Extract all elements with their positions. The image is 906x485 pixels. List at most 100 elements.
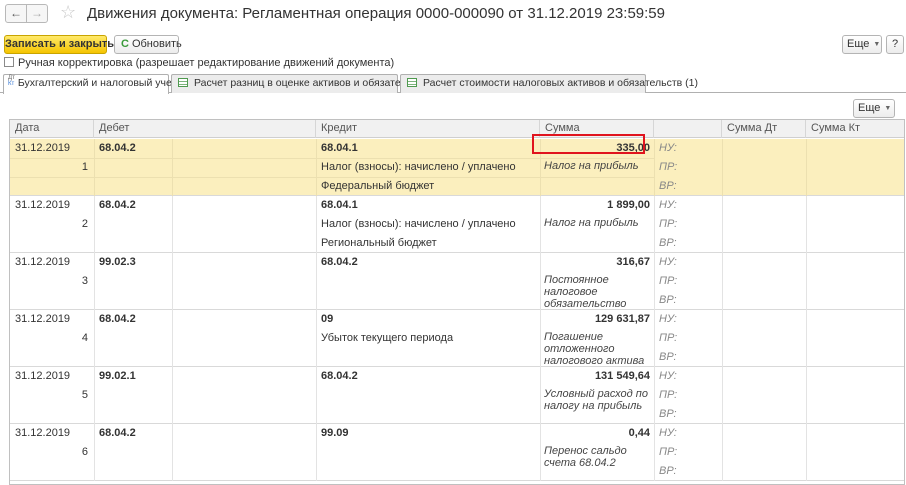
- column-header-date[interactable]: Дата: [10, 120, 94, 138]
- cell-content[interactable]: Налог на прибыль: [544, 217, 652, 229]
- cell-date[interactable]: 31.12.2019: [15, 196, 70, 215]
- register-label-pr: ПР:: [659, 446, 678, 458]
- cell-debit[interactable]: 68.04.2: [99, 139, 136, 158]
- column-header-amount-kt[interactable]: Сумма Кт: [806, 120, 904, 138]
- register-label-nu: НУ:: [659, 313, 677, 325]
- cell-credit-subconto-1[interactable]: Налог (взносы): начислено / уплачено: [321, 215, 516, 234]
- back-arrow-icon[interactable]: ←: [5, 4, 27, 23]
- cell-credit[interactable]: 99.09: [321, 424, 349, 443]
- cell-content[interactable]: Погашение отложенного налогового актива: [544, 331, 652, 367]
- cell-credit[interactable]: 68.04.1: [321, 139, 358, 158]
- entries-table[interactable]: Дата Дебет Кредит Сумма Сумма Дт Сумма К…: [9, 119, 905, 485]
- register-label-pr: ПР:: [659, 332, 678, 344]
- column-divider: [806, 310, 807, 367]
- column-divider: [654, 424, 655, 481]
- tab-tax-assets[interactable]: Расчет стоимости налоговых активов и обя…: [400, 74, 698, 93]
- cell-debit[interactable]: 99.02.1: [99, 367, 136, 386]
- title-bar: ← → ☆ Движения документа: Регламентная о…: [0, 0, 906, 30]
- cell-content[interactable]: Условный расход по налогу на прибыль: [544, 388, 652, 412]
- column-divider: [722, 139, 723, 196]
- column-divider: [172, 310, 173, 367]
- forward-arrow-icon[interactable]: →: [26, 4, 48, 23]
- table-row[interactable]: 31.12.2019 4 68.04.2 09 Убыток текущего пери…: [10, 310, 904, 367]
- cell-amount[interactable]: 1 899,00: [540, 196, 650, 215]
- cell-credit-subconto-1[interactable]: Налог (взносы): начислено / уплачено: [321, 158, 516, 177]
- cell-credit[interactable]: 68.04.2: [321, 367, 358, 386]
- cell-date[interactable]: 31.12.2019: [15, 139, 70, 158]
- cell-date[interactable]: 31.12.2019: [15, 310, 70, 329]
- column-divider: [94, 310, 95, 367]
- register-label-pr: ПР:: [659, 275, 678, 287]
- register-label-pr: ПР:: [659, 389, 678, 401]
- table-row[interactable]: 31.12.2019 3 99.02.3 68.04.2 316,67 Постоянно…: [10, 253, 904, 310]
- manual-edit-checkbox[interactable]: [4, 57, 14, 67]
- cell-amount[interactable]: 0,44: [540, 424, 650, 443]
- save-and-close-button[interactable]: Записать и закрыть: [4, 35, 114, 54]
- column-divider: [172, 253, 173, 310]
- cell-amount[interactable]: 316,67: [540, 253, 650, 272]
- cell-credit[interactable]: 68.04.2: [321, 253, 358, 272]
- cell-content[interactable]: Перенос сальдо счета 68.04.2: [544, 445, 652, 469]
- column-divider: [172, 424, 173, 481]
- refresh-label: Обновить: [131, 38, 182, 50]
- cell-date[interactable]: 31.12.2019: [15, 367, 70, 386]
- register-label-nu: НУ:: [659, 427, 677, 439]
- cell-line-number: 2: [81, 218, 88, 230]
- favorite-star-icon[interactable]: ☆: [60, 1, 76, 23]
- refresh-button[interactable]: C Обновить: [114, 35, 182, 54]
- column-divider: [806, 253, 807, 310]
- tab-asset-differences[interactable]: Расчет разниц в оценке активов и обязате…: [171, 74, 443, 93]
- cell-credit-subconto-2[interactable]: Федеральный бюджет: [321, 177, 434, 196]
- tab-accounting[interactable]: Дт Кт Бухгалтерский и налоговый учет (6): [3, 74, 192, 94]
- register-label-vr: ВР:: [659, 180, 677, 192]
- manual-edit-row[interactable]: Ручная корректировка (разрешает редактир…: [4, 57, 394, 71]
- register-tabs: Дт Кт Бухгалтерский и налоговый учет (6) Р…: [0, 74, 906, 94]
- cell-content[interactable]: Налог на прибыль: [544, 160, 652, 172]
- column-divider: [94, 367, 95, 424]
- cell-date[interactable]: 31.12.2019: [15, 424, 70, 443]
- column-header-amount-dt[interactable]: Сумма Дт: [722, 120, 806, 138]
- cell-credit[interactable]: 68.04.1: [321, 196, 358, 215]
- help-button[interactable]: ?: [886, 35, 904, 54]
- more-label: Еще: [847, 38, 870, 50]
- table-row[interactable]: 31.12.2019 5 99.02.1 68.04.2 131 549,64 Услов…: [10, 367, 904, 424]
- cell-amount[interactable]: 131 549,64: [540, 367, 650, 386]
- register-label-nu: НУ:: [659, 370, 677, 382]
- more-actions-button[interactable]: Еще ▼: [842, 35, 882, 54]
- column-divider: [316, 424, 317, 481]
- cell-line-number: 3: [81, 275, 88, 287]
- cell-credit[interactable]: 09: [321, 310, 333, 329]
- cell-debit[interactable]: 68.04.2: [99, 424, 136, 443]
- table-row[interactable]: 31.12.2019 2 68.04.2 68.04.1 Налог (взносы):…: [10, 196, 904, 253]
- cell-debit[interactable]: 99.02.3: [99, 253, 136, 272]
- table-row[interactable]: 31.12.2019 1 68.04.2 68.04.1 Налог (взносы):…: [10, 139, 904, 196]
- column-divider: [94, 253, 95, 310]
- cell-content[interactable]: Постоянное налоговое обязательство: [544, 274, 652, 310]
- register-label-nu: НУ:: [659, 142, 677, 154]
- dt-kt-icon: Дт Кт: [8, 75, 15, 87]
- chevron-down-icon: ▼: [884, 105, 892, 112]
- cell-debit[interactable]: 68.04.2: [99, 196, 136, 215]
- column-header-debit[interactable]: Дебет: [94, 120, 316, 138]
- window-title: Движения документа: Регламентная операци…: [87, 5, 665, 22]
- table-icon: [407, 78, 417, 87]
- cell-amount[interactable]: 129 631,87: [540, 310, 650, 329]
- cell-line-number: 5: [81, 389, 88, 401]
- highlight-frame: [532, 134, 645, 154]
- column-divider: [806, 139, 807, 196]
- column-divider: [316, 139, 317, 196]
- column-divider: [172, 196, 173, 253]
- register-label-vr: ВР:: [659, 408, 677, 420]
- column-divider: [316, 310, 317, 367]
- cell-credit-subconto-1[interactable]: Убыток текущего периода: [321, 329, 453, 348]
- cell-credit-subconto-2[interactable]: Региональный бюджет: [321, 234, 437, 253]
- register-label-vr: ВР:: [659, 351, 677, 363]
- table-more-button[interactable]: Еще ▼: [853, 99, 895, 118]
- cell-debit[interactable]: 68.04.2: [99, 310, 136, 329]
- column-divider: [316, 196, 317, 253]
- column-divider: [316, 253, 317, 310]
- table-row[interactable]: 31.12.2019 6 68.04.2 99.09 0,44 Перенос сальд…: [10, 424, 904, 481]
- cell-date[interactable]: 31.12.2019: [15, 253, 70, 272]
- column-header-credit[interactable]: Кредит: [316, 120, 540, 138]
- column-divider: [722, 196, 723, 253]
